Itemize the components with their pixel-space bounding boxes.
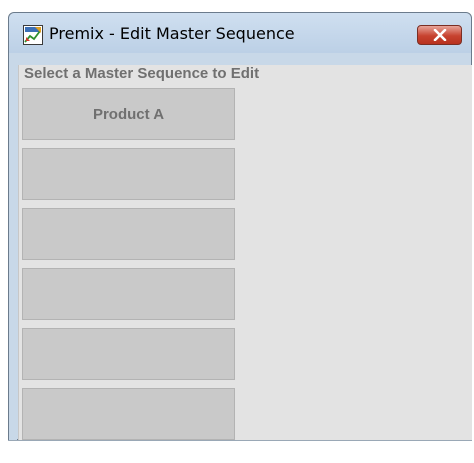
- close-button[interactable]: [417, 25, 462, 45]
- sequence-button-2[interactable]: [22, 148, 235, 200]
- sequence-button-product-a[interactable]: Product A: [22, 88, 235, 140]
- window-frame-left: [9, 53, 17, 441]
- close-icon: [433, 29, 447, 41]
- sequence-button-3[interactable]: [22, 208, 235, 260]
- window-title: Premix - Edit Master Sequence: [49, 24, 295, 43]
- title-bar[interactable]: Premix - Edit Master Sequence: [9, 13, 471, 53]
- sequence-button-5[interactable]: [22, 328, 235, 380]
- sequence-button-4[interactable]: [22, 268, 235, 320]
- window-bottom-border: [8, 440, 472, 441]
- sequence-button-6[interactable]: [22, 388, 235, 440]
- premix-app-icon: [23, 25, 43, 45]
- select-sequence-prompt: Select a Master Sequence to Edit: [24, 65, 260, 82]
